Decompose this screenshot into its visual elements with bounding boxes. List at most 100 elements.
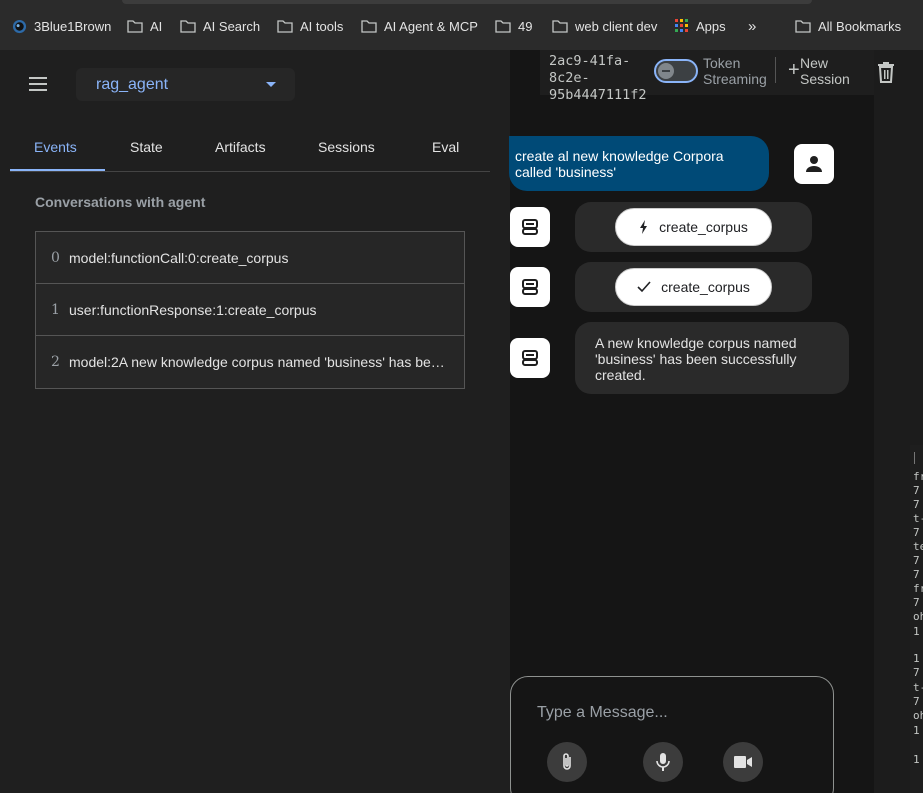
robot-icon [522,350,538,366]
function-call-name: create_corpus [659,219,748,235]
session-id: 2ac9-41fa-8c2e-95b4447111f2 [549,53,647,103]
bookmark-label: AI Search [203,18,261,34]
tab-state[interactable]: State [130,139,163,155]
bot-avatar [510,338,550,378]
function-response-name: create_corpus [661,279,750,295]
robot-icon [522,279,538,295]
folder-icon [127,20,143,33]
agent-name: rag_agent [96,76,169,93]
token-streaming-toggle[interactable] [654,59,698,83]
user-message: create al new knowledge Corpora called '… [509,136,769,191]
bookmark-ai-agent-mcp[interactable]: AI Agent & MCP [361,17,478,35]
plus-icon: + [788,59,800,81]
user-avatar [794,144,834,184]
function-call-button[interactable]: create_corpus [615,208,772,246]
events-list: 0 model:functionCall:0:create_corpus 1 u… [35,231,465,389]
lightning-icon [640,220,648,234]
terminal-text: 7 [913,526,920,539]
terminal-text: te [913,540,923,553]
bookmark-label: AI Agent & MCP [384,18,478,34]
event-index: 1 [51,302,60,318]
tab-eval[interactable]: Eval [432,139,459,155]
message-input[interactable] [537,702,817,724]
terminal-text: 7 [913,695,920,708]
delete-session-icon[interactable] [876,61,896,83]
attach-button[interactable] [547,742,587,782]
events-panel-title: Conversations with agent [35,194,206,210]
tab-bar: Events State Artifacts Sessions Eval [10,131,490,172]
bookmark-web-client-dev[interactable]: web client dev [552,17,657,35]
bookmark-label: 49 [518,18,533,34]
tab-events[interactable]: Events [34,139,77,155]
bookmark-ai[interactable]: AI [127,17,162,35]
function-response-button[interactable]: create_corpus [615,268,772,306]
hamburger-menu-icon[interactable] [27,75,49,93]
bookmark-all-bookmarks[interactable]: All Bookmarks [795,17,901,35]
terminal-text: 1 [913,652,920,665]
bookmark-ai-search[interactable]: AI Search [180,17,260,35]
microphone-button[interactable] [643,742,683,782]
videocam-icon [734,756,752,768]
folder-icon [495,20,511,33]
video-button[interactable] [723,742,763,782]
bookmarks-bar: 3Blue1Brown AI AI Search AI tools AI Age… [0,0,923,50]
microphone-icon [656,753,670,771]
app-window: 3Blue1Brown AI AI Search AI tools AI Age… [0,0,923,793]
folder-icon [552,20,568,33]
message-composer [510,676,834,793]
tab-artifacts[interactable]: Artifacts [215,139,266,155]
bot-message: A new knowledge corpus named 'business' … [575,322,849,394]
tab-sessions[interactable]: Sessions [318,139,375,155]
robot-icon [522,219,538,235]
bookmark-label: AI [150,18,163,34]
terminal-text: 1 [913,625,920,638]
bookmark-apps[interactable]: Apps [675,17,726,35]
terminal-text: 7 [913,554,920,567]
function-call-card: create_corpus [575,202,812,252]
bot-avatar [510,207,550,247]
terminal-text: oh [913,610,923,623]
check-icon [637,281,651,293]
function-response-card: create_corpus [575,262,812,312]
terminal-text: t- [913,681,923,694]
bookmarks-overflow-button[interactable]: » [748,17,756,35]
person-icon [806,156,822,172]
paperclip-icon [563,753,571,770]
bookmark-label: AI tools [300,18,344,34]
event-row[interactable]: 2 model:2A new knowledge corpus named 'b… [36,336,464,388]
event-row[interactable]: 1 user:functionResponse:1:create_corpus [36,284,464,336]
bookmark-3blue1brown[interactable]: 3Blue1Brown [12,17,111,35]
folder-icon [180,20,196,33]
bookmark-label: 3Blue1Brown [34,18,112,34]
new-session-label: New Session [800,55,850,87]
folder-icon [277,20,293,33]
address-bar-edge [122,0,812,4]
event-row[interactable]: 0 model:functionCall:0:create_corpus [36,232,464,284]
chevron-more-icon: » [748,17,757,35]
agent-selector[interactable]: rag_agent [76,68,295,101]
terminal-text: 1 [913,753,920,766]
terminal-text: oh [913,709,923,722]
terminal-text: 7 [913,498,920,511]
terminal-text: 7 [913,568,920,581]
terminal-text: fr [913,470,923,483]
event-text: model:2A new knowledge corpus named 'bus… [69,354,449,370]
terminal-window-edge: fr 7 7 t- 7 te 7 7 fr 7 oh 1 1 7 t- 7 oh… [910,445,923,793]
event-index: 2 [51,354,60,370]
bookmark-ai-tools[interactable]: AI tools [277,17,343,35]
bot-avatar [510,267,550,307]
bookmark-label: web client dev [575,18,658,34]
3blue1brown-logo-icon [12,19,27,33]
caret-down-icon [266,82,276,87]
terminal-text: 1 [913,724,920,737]
token-streaming-label: Token Streaming [703,55,767,87]
folder-icon [795,20,811,33]
terminal-text: 7 [913,596,920,609]
terminal-text: 7 [913,484,920,497]
terminal-scroll-edge [914,452,915,464]
terminal-text: t- [913,512,923,525]
bookmark-49[interactable]: 49 [495,17,532,35]
terminal-text: 7 [913,666,920,679]
toolbar-divider [775,57,776,83]
event-text: user:functionResponse:1:create_corpus [69,302,317,318]
